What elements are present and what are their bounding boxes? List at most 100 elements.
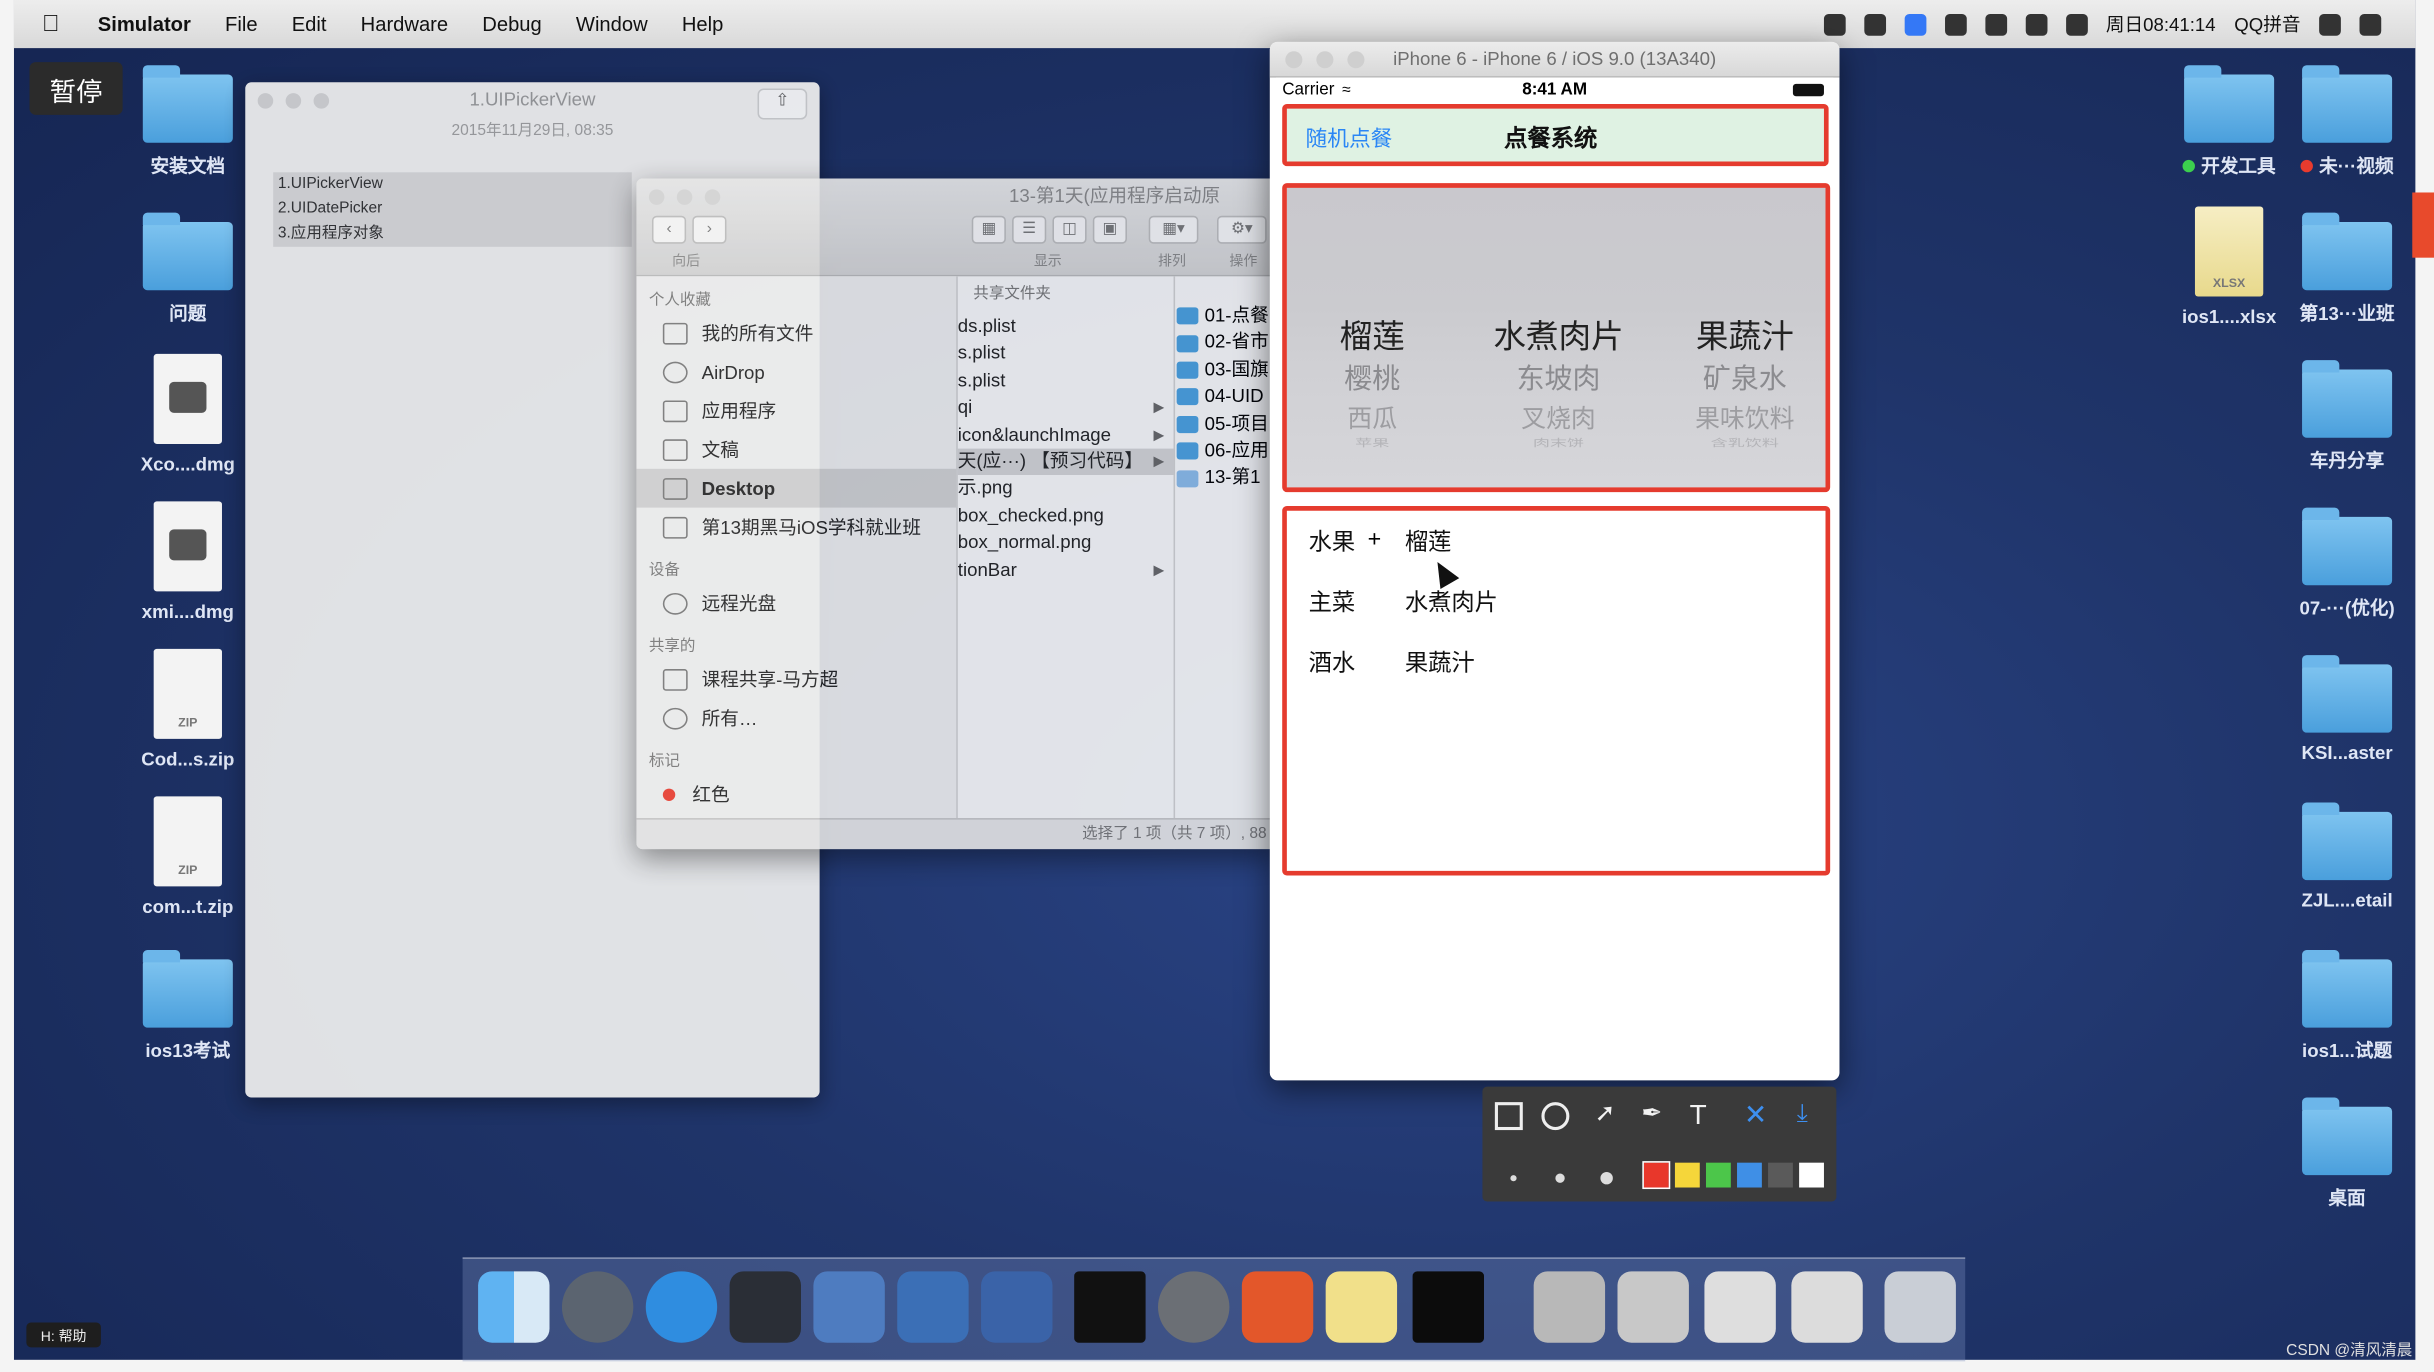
desktop-item[interactable]: ios13考试 <box>126 950 250 1063</box>
menu-window[interactable]: Window <box>576 12 648 35</box>
close-button[interactable] <box>1285 51 1303 69</box>
color-swatch-white[interactable] <box>1799 1162 1824 1188</box>
mouse-dock-icon[interactable] <box>729 1271 801 1343</box>
desktop-item[interactable]: 安装文档 <box>126 65 250 179</box>
desktop-item[interactable]: 桌面 <box>2285 1097 2409 1211</box>
presentation-dock-icon[interactable] <box>1241 1271 1314 1343</box>
location-icon[interactable] <box>1863 13 1886 35</box>
list-item[interactable]: box_checked.png <box>958 503 1174 530</box>
list-item[interactable]: s.plist <box>958 368 1174 395</box>
zoom-button[interactable] <box>1347 51 1365 69</box>
picker-column-drink[interactable]: 果蔬汁 矿泉水 果味饮料 含乳饮料 <box>1659 312 1830 450</box>
list-item[interactable]: icon&launchImage ▶ <box>958 422 1174 449</box>
list-item[interactable]: 02-省市 <box>1176 330 1276 357</box>
menu-hardware[interactable]: Hardware <box>361 12 448 35</box>
zoom-button[interactable] <box>313 93 330 109</box>
network-icon[interactable] <box>1944 13 1967 35</box>
trash-dock-icon[interactable] <box>1884 1271 1956 1343</box>
pen-size-small[interactable] <box>1510 1175 1517 1182</box>
launchpad-dock-icon[interactable] <box>561 1271 634 1343</box>
phone-screen[interactable]: Carrier ≈ 8:41 AM 随机点餐 点餐系统 榴莲 樱桃 西瓜 苹果 … <box>1275 77 1834 1075</box>
zoom-button[interactable] <box>704 189 721 205</box>
imovie-dock-icon[interactable] <box>813 1271 885 1343</box>
share-button[interactable]: ⇧ <box>757 88 808 120</box>
sidebar-item-documents[interactable]: 文稿 <box>636 430 956 469</box>
list-view-button[interactable]: ☰ <box>1012 215 1047 244</box>
sidebar-item-all-files[interactable]: 我的所有文件 <box>636 314 956 353</box>
document-dock-icon[interactable] <box>1704 1271 1776 1343</box>
arrow-tool-icon[interactable]: ➚ <box>1588 1097 1622 1131</box>
desktop-item[interactable]: 问题 <box>126 212 250 326</box>
sidebar-item-remote-disc[interactable]: 远程光盘 <box>636 584 956 623</box>
apple-menu-icon[interactable]:  <box>42 11 64 37</box>
color-swatch-yellow[interactable] <box>1674 1162 1700 1188</box>
action-gear-button[interactable]: ⚙▾ <box>1217 215 1267 244</box>
color-swatch-green[interactable] <box>1705 1162 1731 1188</box>
sidebar-item-desktop[interactable]: Desktop <box>636 468 957 508</box>
desktop-item[interactable]: xmi....dmg <box>126 501 250 622</box>
sidebar-item-shared-course[interactable]: 课程共享-马方超 <box>636 660 956 699</box>
list-item[interactable]: 13-第1 <box>1176 465 1276 492</box>
list-item[interactable]: 天(应···) 【预习代码】 ▶ <box>957 448 1174 476</box>
menu-app-name[interactable]: Simulator <box>98 12 191 35</box>
coverflow-view-button[interactable]: ▣ <box>1092 215 1127 244</box>
lock-icon[interactable] <box>1984 13 2007 35</box>
desktop-item[interactable]: 07-···(优化) <box>2285 507 2409 621</box>
document-dock-icon[interactable] <box>1533 1271 1606 1343</box>
list-item[interactable]: 05-项目 <box>1176 411 1276 438</box>
wifi-icon[interactable] <box>2025 13 2047 35</box>
random-order-button[interactable]: 随机点餐 <box>1305 123 1392 154</box>
sidebar-item-shared-all[interactable]: 所有… <box>636 699 956 738</box>
minimize-button[interactable] <box>285 93 302 109</box>
menu-help[interactable]: Help <box>682 12 724 35</box>
text-tool-icon[interactable]: T <box>1681 1097 1715 1131</box>
document-dock-icon[interactable] <box>1617 1271 1689 1343</box>
forward-button[interactable]: › <box>692 215 727 244</box>
desktop-item[interactable]: ZJL....etail <box>2285 802 2409 911</box>
sidebar-item-applications[interactable]: 应用程序 <box>636 391 956 430</box>
color-swatch-red[interactable] <box>1642 1161 1671 1190</box>
desktop-item[interactable]: XLSX ios1....xlsx <box>2167 206 2291 328</box>
console-dock-icon[interactable] <box>1412 1271 1484 1343</box>
instruments-dock-icon[interactable] <box>981 1271 1053 1343</box>
arrange-button[interactable]: ▦▾ <box>1148 215 1199 244</box>
list-item[interactable]: ds.plist <box>958 314 1174 341</box>
close-icon[interactable]: ✕ <box>1739 1097 1773 1131</box>
desktop-item[interactable]: 开发工具 <box>2167 65 2291 179</box>
desktop-item[interactable]: Xco....dmg <box>126 353 250 475</box>
sidebar-item-course-folder[interactable]: 第13期黑马iOS学科就业班 <box>636 508 956 547</box>
icon-view-button[interactable]: ▦ <box>971 215 1006 244</box>
picker-column-main[interactable]: 水煮肉片 东坡肉 叉烧肉 肉末饼 <box>1473 312 1644 450</box>
pen-size-large[interactable] <box>1600 1171 1613 1185</box>
column-view-button[interactable]: ◫ <box>1052 215 1087 244</box>
desktop-item[interactable]: 第13···业班 <box>2285 212 2409 326</box>
list-item[interactable]: 04-UID <box>1176 384 1276 411</box>
desktop-item[interactable]: 车丹分享 <box>2285 360 2409 473</box>
pen-size-medium[interactable] <box>1555 1173 1565 1183</box>
desktop-item[interactable]: 未···视频 <box>2285 65 2409 179</box>
list-item[interactable]: 06-应用 <box>1176 438 1276 465</box>
safari-dock-icon[interactable] <box>645 1271 718 1343</box>
spotlight-search-icon[interactable] <box>2319 13 2341 35</box>
picker-view[interactable]: 榴莲 樱桃 西瓜 苹果 水煮肉片 东坡肉 叉烧肉 肉末饼 果蔬汁 矿泉水 果味饮… <box>1282 183 1831 493</box>
desktop-item[interactable]: ios1...试题 <box>2285 950 2409 1063</box>
back-button[interactable]: ‹ <box>651 215 687 244</box>
xcode-dock-icon[interactable] <box>897 1271 969 1343</box>
minimize-button[interactable] <box>676 189 693 205</box>
list-item[interactable]: qi ▶ <box>958 395 1174 422</box>
sidebar-item-tag-red[interactable]: 红色 <box>636 775 956 814</box>
notes-body[interactable]: 1.UIPickerView 2.UIDatePicker 3.应用程序对象 <box>273 172 632 247</box>
list-item[interactable]: 01-点餐 <box>1176 303 1276 330</box>
brush-tool-icon[interactable]: ✒ <box>1635 1097 1669 1131</box>
pause-badge[interactable]: 暂停 <box>29 62 123 115</box>
download-icon[interactable]: ⤓ <box>1785 1097 1819 1131</box>
crosshair-icon[interactable] <box>1904 13 1926 35</box>
menu-file[interactable]: File <box>225 12 258 35</box>
color-swatch-blue[interactable] <box>1737 1162 1762 1188</box>
system-preferences-dock-icon[interactable] <box>1158 1271 1230 1343</box>
menu-edit[interactable]: Edit <box>292 12 327 35</box>
menu-debug[interactable]: Debug <box>482 12 541 35</box>
rectangle-tool-icon[interactable] <box>1494 1102 1523 1131</box>
list-item[interactable]: s.plist <box>958 341 1174 368</box>
desktop-item[interactable]: Cod...s.zip <box>126 648 250 770</box>
